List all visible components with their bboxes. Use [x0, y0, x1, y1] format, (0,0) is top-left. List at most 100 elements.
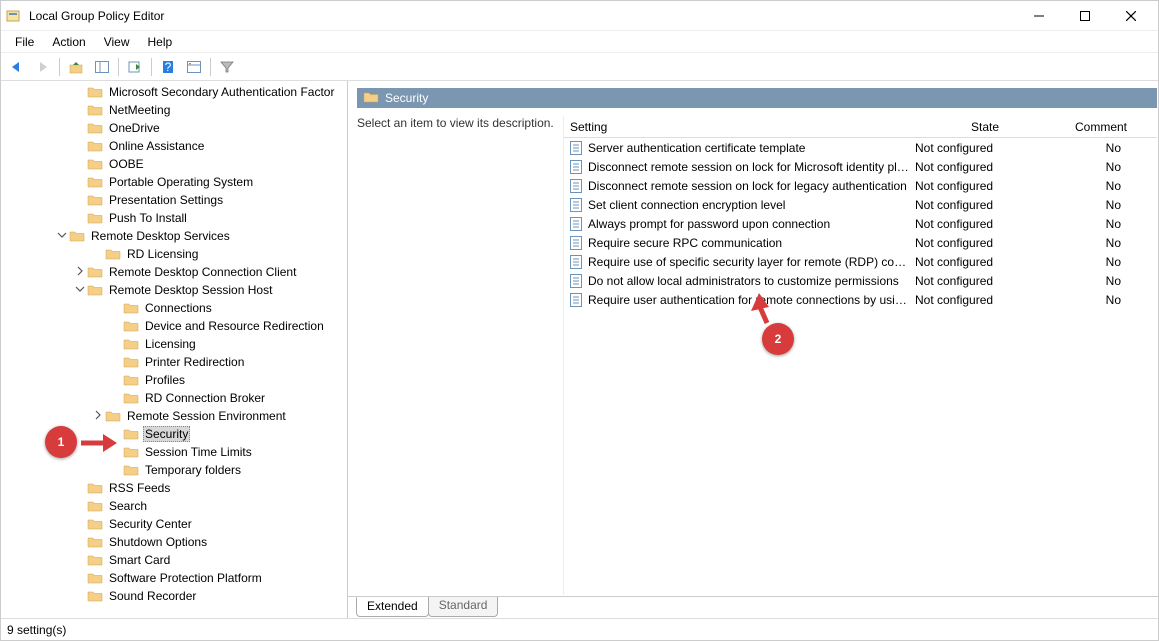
menu-view[interactable]: View [96, 32, 138, 52]
minimize-button[interactable] [1016, 1, 1062, 31]
tree-node-label: NetMeeting [107, 103, 172, 117]
close-button[interactable] [1108, 1, 1154, 31]
tree-node-label: Presentation Settings [107, 193, 225, 207]
tree-node-label: Device and Resource Redirection [143, 319, 326, 333]
tree-node[interactable]: RD Licensing [1, 245, 347, 263]
tree-node[interactable]: Portable Operating System [1, 173, 347, 191]
maximize-button[interactable] [1062, 1, 1108, 31]
tree-node[interactable]: Licensing [1, 335, 347, 353]
folder-icon [87, 535, 103, 549]
show-hide-tree-button[interactable] [90, 56, 114, 78]
tree-node[interactable]: Temporary folders [1, 461, 347, 479]
tree: Microsoft Secondary Authentication Facto… [1, 81, 347, 615]
tree-node[interactable]: OOBE [1, 155, 347, 173]
callout-1-label: 1 [58, 435, 65, 449]
menu-file[interactable]: File [7, 32, 42, 52]
policy-icon [568, 197, 584, 213]
tree-node[interactable]: Profiles [1, 371, 347, 389]
col-setting-header[interactable]: Setting [564, 120, 909, 134]
setting-comment: No [1061, 236, 1157, 250]
tree-node[interactable]: Software Protection Platform [1, 569, 347, 587]
right-content: Security Select an item to view its desc… [348, 81, 1158, 596]
folder-icon [123, 463, 139, 477]
tree-node[interactable]: Shutdown Options [1, 533, 347, 551]
tree-node[interactable]: Connections [1, 299, 347, 317]
settings-header: Setting State Comment [564, 116, 1157, 138]
toolbar-sep-3 [151, 58, 152, 76]
tree-node[interactable]: Push To Install [1, 209, 347, 227]
tree-node[interactable]: RD Connection Broker [1, 389, 347, 407]
tree-node[interactable]: Security Center [1, 515, 347, 533]
tree-node[interactable]: Search [1, 497, 347, 515]
tree-node[interactable]: Remote Desktop Services [1, 227, 347, 245]
tree-scroll[interactable]: Microsoft Secondary Authentication Facto… [1, 81, 347, 618]
tree-node[interactable]: Remote Session Environment [1, 407, 347, 425]
chevron-right-icon[interactable] [73, 266, 87, 279]
forward-button[interactable] [31, 56, 55, 78]
tree-node[interactable]: Presentation Settings [1, 191, 347, 209]
tab-extended[interactable]: Extended [356, 597, 429, 617]
tree-node[interactable]: Smart Card [1, 551, 347, 569]
folder-icon [87, 85, 103, 99]
folder-icon [87, 157, 103, 171]
menu-action[interactable]: Action [44, 32, 93, 52]
policy-icon [568, 159, 584, 175]
tab-standard[interactable]: Standard [428, 597, 499, 617]
chevron-right-icon[interactable] [91, 410, 105, 423]
tree-node-label: RSS Feeds [107, 481, 172, 495]
settings-row[interactable]: Set client connection encryption level No… [564, 195, 1157, 214]
tree-node[interactable]: Remote Desktop Session Host [1, 281, 347, 299]
setting-name: Require use of specific security layer f… [588, 255, 909, 269]
tree-node[interactable]: Remote Desktop Connection Client [1, 263, 347, 281]
settings-row[interactable]: Require user authentication for remote c… [564, 290, 1157, 309]
tree-node[interactable]: Microsoft Secondary Authentication Facto… [1, 83, 347, 101]
settings-row[interactable]: Disconnect remote session on lock for Mi… [564, 157, 1157, 176]
toolbar-sep-2 [118, 58, 119, 76]
status-text: 9 setting(s) [7, 623, 66, 637]
setting-comment: No [1061, 293, 1157, 307]
chevron-down-icon[interactable] [55, 230, 69, 243]
tree-node[interactable]: Online Assistance [1, 137, 347, 155]
settings-row[interactable]: Require secure RPC communicationNot conf… [564, 233, 1157, 252]
folder-icon [123, 337, 139, 351]
tree-node[interactable]: Sound Recorder [1, 587, 347, 605]
tree-node-label: Remote Desktop Services [89, 229, 232, 243]
setting-state: Not configured [909, 160, 1061, 174]
right-tabs: Extended Standard [348, 596, 1158, 618]
refresh-button[interactable] [123, 56, 147, 78]
tree-node[interactable]: RSS Feeds [1, 479, 347, 497]
help-button[interactable]: ? [156, 56, 180, 78]
app-window: Local Group Policy Editor File Action Vi… [0, 0, 1159, 641]
setting-state: Not configured [909, 255, 1061, 269]
tree-node[interactable]: NetMeeting [1, 101, 347, 119]
tree-node[interactable]: Printer Redirection [1, 353, 347, 371]
settings-row[interactable]: Disconnect remote session on lock for le… [564, 176, 1157, 195]
window-title: Local Group Policy Editor [29, 9, 1016, 23]
path-header-label: Security [385, 91, 428, 105]
settings-row[interactable]: Always prompt for password upon connecti… [564, 214, 1157, 233]
setting-name: Set client connection encryption level [588, 198, 909, 212]
policy-icon [568, 235, 584, 251]
folder-icon [87, 283, 103, 297]
folder-icon [87, 265, 103, 279]
folder-icon [105, 409, 121, 423]
properties-button[interactable] [182, 56, 206, 78]
filter-button[interactable] [215, 56, 239, 78]
setting-name: Require secure RPC communication [588, 236, 909, 250]
up-folder-button[interactable] [64, 56, 88, 78]
settings-row[interactable]: Server authentication certificate templa… [564, 138, 1157, 157]
tree-node[interactable]: Device and Resource Redirection [1, 317, 347, 335]
setting-comment: No [1061, 198, 1157, 212]
chevron-down-icon[interactable] [73, 284, 87, 297]
col-comment-header[interactable]: Comment [1061, 120, 1157, 134]
settings-row[interactable]: Require use of specific security layer f… [564, 252, 1157, 271]
right-pane: Security Select an item to view its desc… [348, 81, 1158, 618]
extended-view: Select an item to view its description. … [357, 116, 1157, 595]
col-state-header[interactable]: State [909, 120, 1061, 134]
folder-icon [87, 121, 103, 135]
menu-help[interactable]: Help [140, 32, 181, 52]
setting-comment: No [1061, 217, 1157, 231]
back-button[interactable] [5, 56, 29, 78]
settings-row[interactable]: Do not allow local administrators to cus… [564, 271, 1157, 290]
tree-node[interactable]: OneDrive [1, 119, 347, 137]
